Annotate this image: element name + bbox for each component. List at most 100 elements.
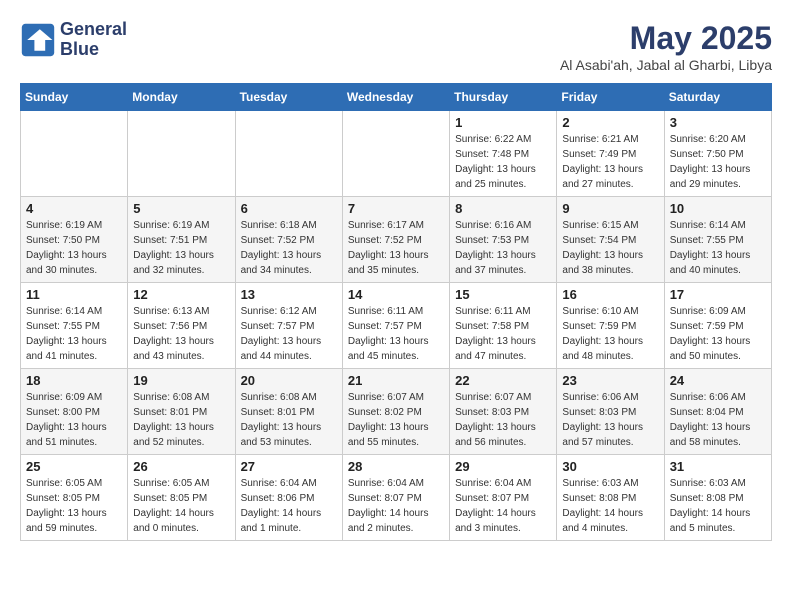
logo-icon	[20, 22, 56, 58]
calendar-cell: 10Sunrise: 6:14 AM Sunset: 7:55 PM Dayli…	[664, 197, 771, 283]
weekday-header-friday: Friday	[557, 84, 664, 111]
calendar-cell: 30Sunrise: 6:03 AM Sunset: 8:08 PM Dayli…	[557, 455, 664, 541]
day-number: 12	[133, 287, 229, 302]
day-number: 4	[26, 201, 122, 216]
calendar-cell: 19 Sunrise: 6:08 AM Sunset: 8:01 PM Dayli…	[128, 369, 235, 455]
day-number: 21	[348, 373, 444, 388]
day-number: 24	[670, 373, 766, 388]
calendar-cell: 21 Sunrise: 6:07 AM Sunset: 8:02 PM Dayli…	[342, 369, 449, 455]
calendar-cell: 6 Sunrise: 6:18 AM Sunset: 7:52 PM Daylig…	[235, 197, 342, 283]
calendar-cell: 9Sunrise: 6:15 AM Sunset: 7:54 PM Daylig…	[557, 197, 664, 283]
day-info: Sunrise: 6:14 AM Sunset: 7:55 PM Dayligh…	[26, 304, 122, 364]
logo-text: General Blue	[60, 20, 127, 60]
day-info: Sunrise: 6:06 AM Sunset: 8:04 PM Dayligh…	[670, 390, 766, 450]
calendar-table: SundayMondayTuesdayWednesdayThursdayFrid…	[20, 83, 772, 541]
month-title: May 2025	[560, 20, 772, 57]
day-info: Sunrise: 6:11 AM Sunset: 7:57 PM Dayligh…	[348, 304, 444, 364]
calendar-cell: 2 Sunrise: 6:21 AM Sunset: 7:49 PM Daylig…	[557, 111, 664, 197]
day-number: 22	[455, 373, 551, 388]
weekday-header-thursday: Thursday	[450, 84, 557, 111]
day-number: 31	[670, 459, 766, 474]
page-header: General Blue May 2025 Al Asabi'ah, Jabal…	[20, 20, 772, 73]
day-info: Sunrise: 6:05 AM Sunset: 8:05 PM Dayligh…	[26, 476, 122, 536]
weekday-header-monday: Monday	[128, 84, 235, 111]
day-number: 19	[133, 373, 229, 388]
day-number: 18	[26, 373, 122, 388]
calendar-cell	[21, 111, 128, 197]
weekday-header-sunday: Sunday	[21, 84, 128, 111]
calendar-cell: 3Sunrise: 6:20 AM Sunset: 7:50 PM Daylig…	[664, 111, 771, 197]
calendar-cell	[342, 111, 449, 197]
day-number: 15	[455, 287, 551, 302]
day-number: 23	[562, 373, 658, 388]
calendar-cell: 20 Sunrise: 6:08 AM Sunset: 8:01 PM Dayli…	[235, 369, 342, 455]
calendar-cell: 7Sunrise: 6:17 AM Sunset: 7:52 PM Daylig…	[342, 197, 449, 283]
day-info: Sunrise: 6:21 AM Sunset: 7:49 PM Dayligh…	[562, 132, 658, 192]
day-number: 8	[455, 201, 551, 216]
day-info: Sunrise: 6:12 AM Sunset: 7:57 PM Dayligh…	[241, 304, 337, 364]
calendar-cell: 27 Sunrise: 6:04 AM Sunset: 8:06 PM Dayli…	[235, 455, 342, 541]
day-number: 20	[241, 373, 337, 388]
calendar-cell: 31 Sunrise: 6:03 AM Sunset: 8:08 PM Dayli…	[664, 455, 771, 541]
day-info: Sunrise: 6:04 AM Sunset: 8:07 PM Dayligh…	[455, 476, 551, 536]
calendar-cell: 12 Sunrise: 6:13 AM Sunset: 7:56 PM Dayli…	[128, 283, 235, 369]
day-info: Sunrise: 6:07 AM Sunset: 8:02 PM Dayligh…	[348, 390, 444, 450]
calendar-cell: 14 Sunrise: 6:11 AM Sunset: 7:57 PM Dayli…	[342, 283, 449, 369]
day-info: Sunrise: 6:04 AM Sunset: 8:07 PM Dayligh…	[348, 476, 444, 536]
day-info: Sunrise: 6:03 AM Sunset: 8:08 PM Dayligh…	[670, 476, 766, 536]
day-info: Sunrise: 6:19 AM Sunset: 7:50 PM Dayligh…	[26, 218, 122, 278]
day-number: 3	[670, 115, 766, 130]
day-number: 14	[348, 287, 444, 302]
day-number: 1	[455, 115, 551, 130]
day-number: 25	[26, 459, 122, 474]
calendar-cell: 28 Sunrise: 6:04 AM Sunset: 8:07 PM Dayli…	[342, 455, 449, 541]
calendar-week-1: 1 Sunrise: 6:22 AM Sunset: 7:48 PM Daylig…	[21, 111, 772, 197]
calendar-cell: 18 Sunrise: 6:09 AM Sunset: 8:00 PM Dayli…	[21, 369, 128, 455]
calendar-cell	[235, 111, 342, 197]
calendar-cell: 8 Sunrise: 6:16 AM Sunset: 7:53 PM Daylig…	[450, 197, 557, 283]
weekday-header-row: SundayMondayTuesdayWednesdayThursdayFrid…	[21, 84, 772, 111]
calendar-cell: 13 Sunrise: 6:12 AM Sunset: 7:57 PM Dayli…	[235, 283, 342, 369]
calendar-cell: 22 Sunrise: 6:07 AM Sunset: 8:03 PM Dayli…	[450, 369, 557, 455]
day-info: Sunrise: 6:14 AM Sunset: 7:55 PM Dayligh…	[670, 218, 766, 278]
weekday-header-saturday: Saturday	[664, 84, 771, 111]
calendar-week-5: 25 Sunrise: 6:05 AM Sunset: 8:05 PM Dayli…	[21, 455, 772, 541]
calendar-cell: 5Sunrise: 6:19 AM Sunset: 7:51 PM Daylig…	[128, 197, 235, 283]
day-info: Sunrise: 6:18 AM Sunset: 7:52 PM Dayligh…	[241, 218, 337, 278]
day-info: Sunrise: 6:22 AM Sunset: 7:48 PM Dayligh…	[455, 132, 551, 192]
calendar-week-4: 18 Sunrise: 6:09 AM Sunset: 8:00 PM Dayli…	[21, 369, 772, 455]
calendar-body: 1 Sunrise: 6:22 AM Sunset: 7:48 PM Daylig…	[21, 111, 772, 541]
calendar-cell: 17 Sunrise: 6:09 AM Sunset: 7:59 PM Dayli…	[664, 283, 771, 369]
day-info: Sunrise: 6:07 AM Sunset: 8:03 PM Dayligh…	[455, 390, 551, 450]
day-number: 30	[562, 459, 658, 474]
day-number: 7	[348, 201, 444, 216]
calendar-cell: 29 Sunrise: 6:04 AM Sunset: 8:07 PM Dayli…	[450, 455, 557, 541]
day-number: 2	[562, 115, 658, 130]
day-info: Sunrise: 6:15 AM Sunset: 7:54 PM Dayligh…	[562, 218, 658, 278]
calendar-cell: 16 Sunrise: 6:10 AM Sunset: 7:59 PM Dayli…	[557, 283, 664, 369]
day-info: Sunrise: 6:16 AM Sunset: 7:53 PM Dayligh…	[455, 218, 551, 278]
day-number: 29	[455, 459, 551, 474]
calendar-week-2: 4 Sunrise: 6:19 AM Sunset: 7:50 PM Daylig…	[21, 197, 772, 283]
day-number: 16	[562, 287, 658, 302]
day-number: 26	[133, 459, 229, 474]
title-area: May 2025 Al Asabi'ah, Jabal al Gharbi, L…	[560, 20, 772, 73]
logo: General Blue	[20, 20, 127, 60]
calendar-cell: 23Sunrise: 6:06 AM Sunset: 8:03 PM Dayli…	[557, 369, 664, 455]
day-info: Sunrise: 6:08 AM Sunset: 8:01 PM Dayligh…	[241, 390, 337, 450]
day-info: Sunrise: 6:10 AM Sunset: 7:59 PM Dayligh…	[562, 304, 658, 364]
day-number: 28	[348, 459, 444, 474]
calendar-cell: 24 Sunrise: 6:06 AM Sunset: 8:04 PM Dayli…	[664, 369, 771, 455]
day-number: 6	[241, 201, 337, 216]
day-info: Sunrise: 6:05 AM Sunset: 8:05 PM Dayligh…	[133, 476, 229, 536]
calendar-week-3: 11Sunrise: 6:14 AM Sunset: 7:55 PM Dayli…	[21, 283, 772, 369]
day-info: Sunrise: 6:08 AM Sunset: 8:01 PM Dayligh…	[133, 390, 229, 450]
day-number: 13	[241, 287, 337, 302]
day-number: 27	[241, 459, 337, 474]
day-info: Sunrise: 6:09 AM Sunset: 7:59 PM Dayligh…	[670, 304, 766, 364]
day-info: Sunrise: 6:04 AM Sunset: 8:06 PM Dayligh…	[241, 476, 337, 536]
day-number: 17	[670, 287, 766, 302]
day-info: Sunrise: 6:13 AM Sunset: 7:56 PM Dayligh…	[133, 304, 229, 364]
day-info: Sunrise: 6:09 AM Sunset: 8:00 PM Dayligh…	[26, 390, 122, 450]
day-info: Sunrise: 6:19 AM Sunset: 7:51 PM Dayligh…	[133, 218, 229, 278]
